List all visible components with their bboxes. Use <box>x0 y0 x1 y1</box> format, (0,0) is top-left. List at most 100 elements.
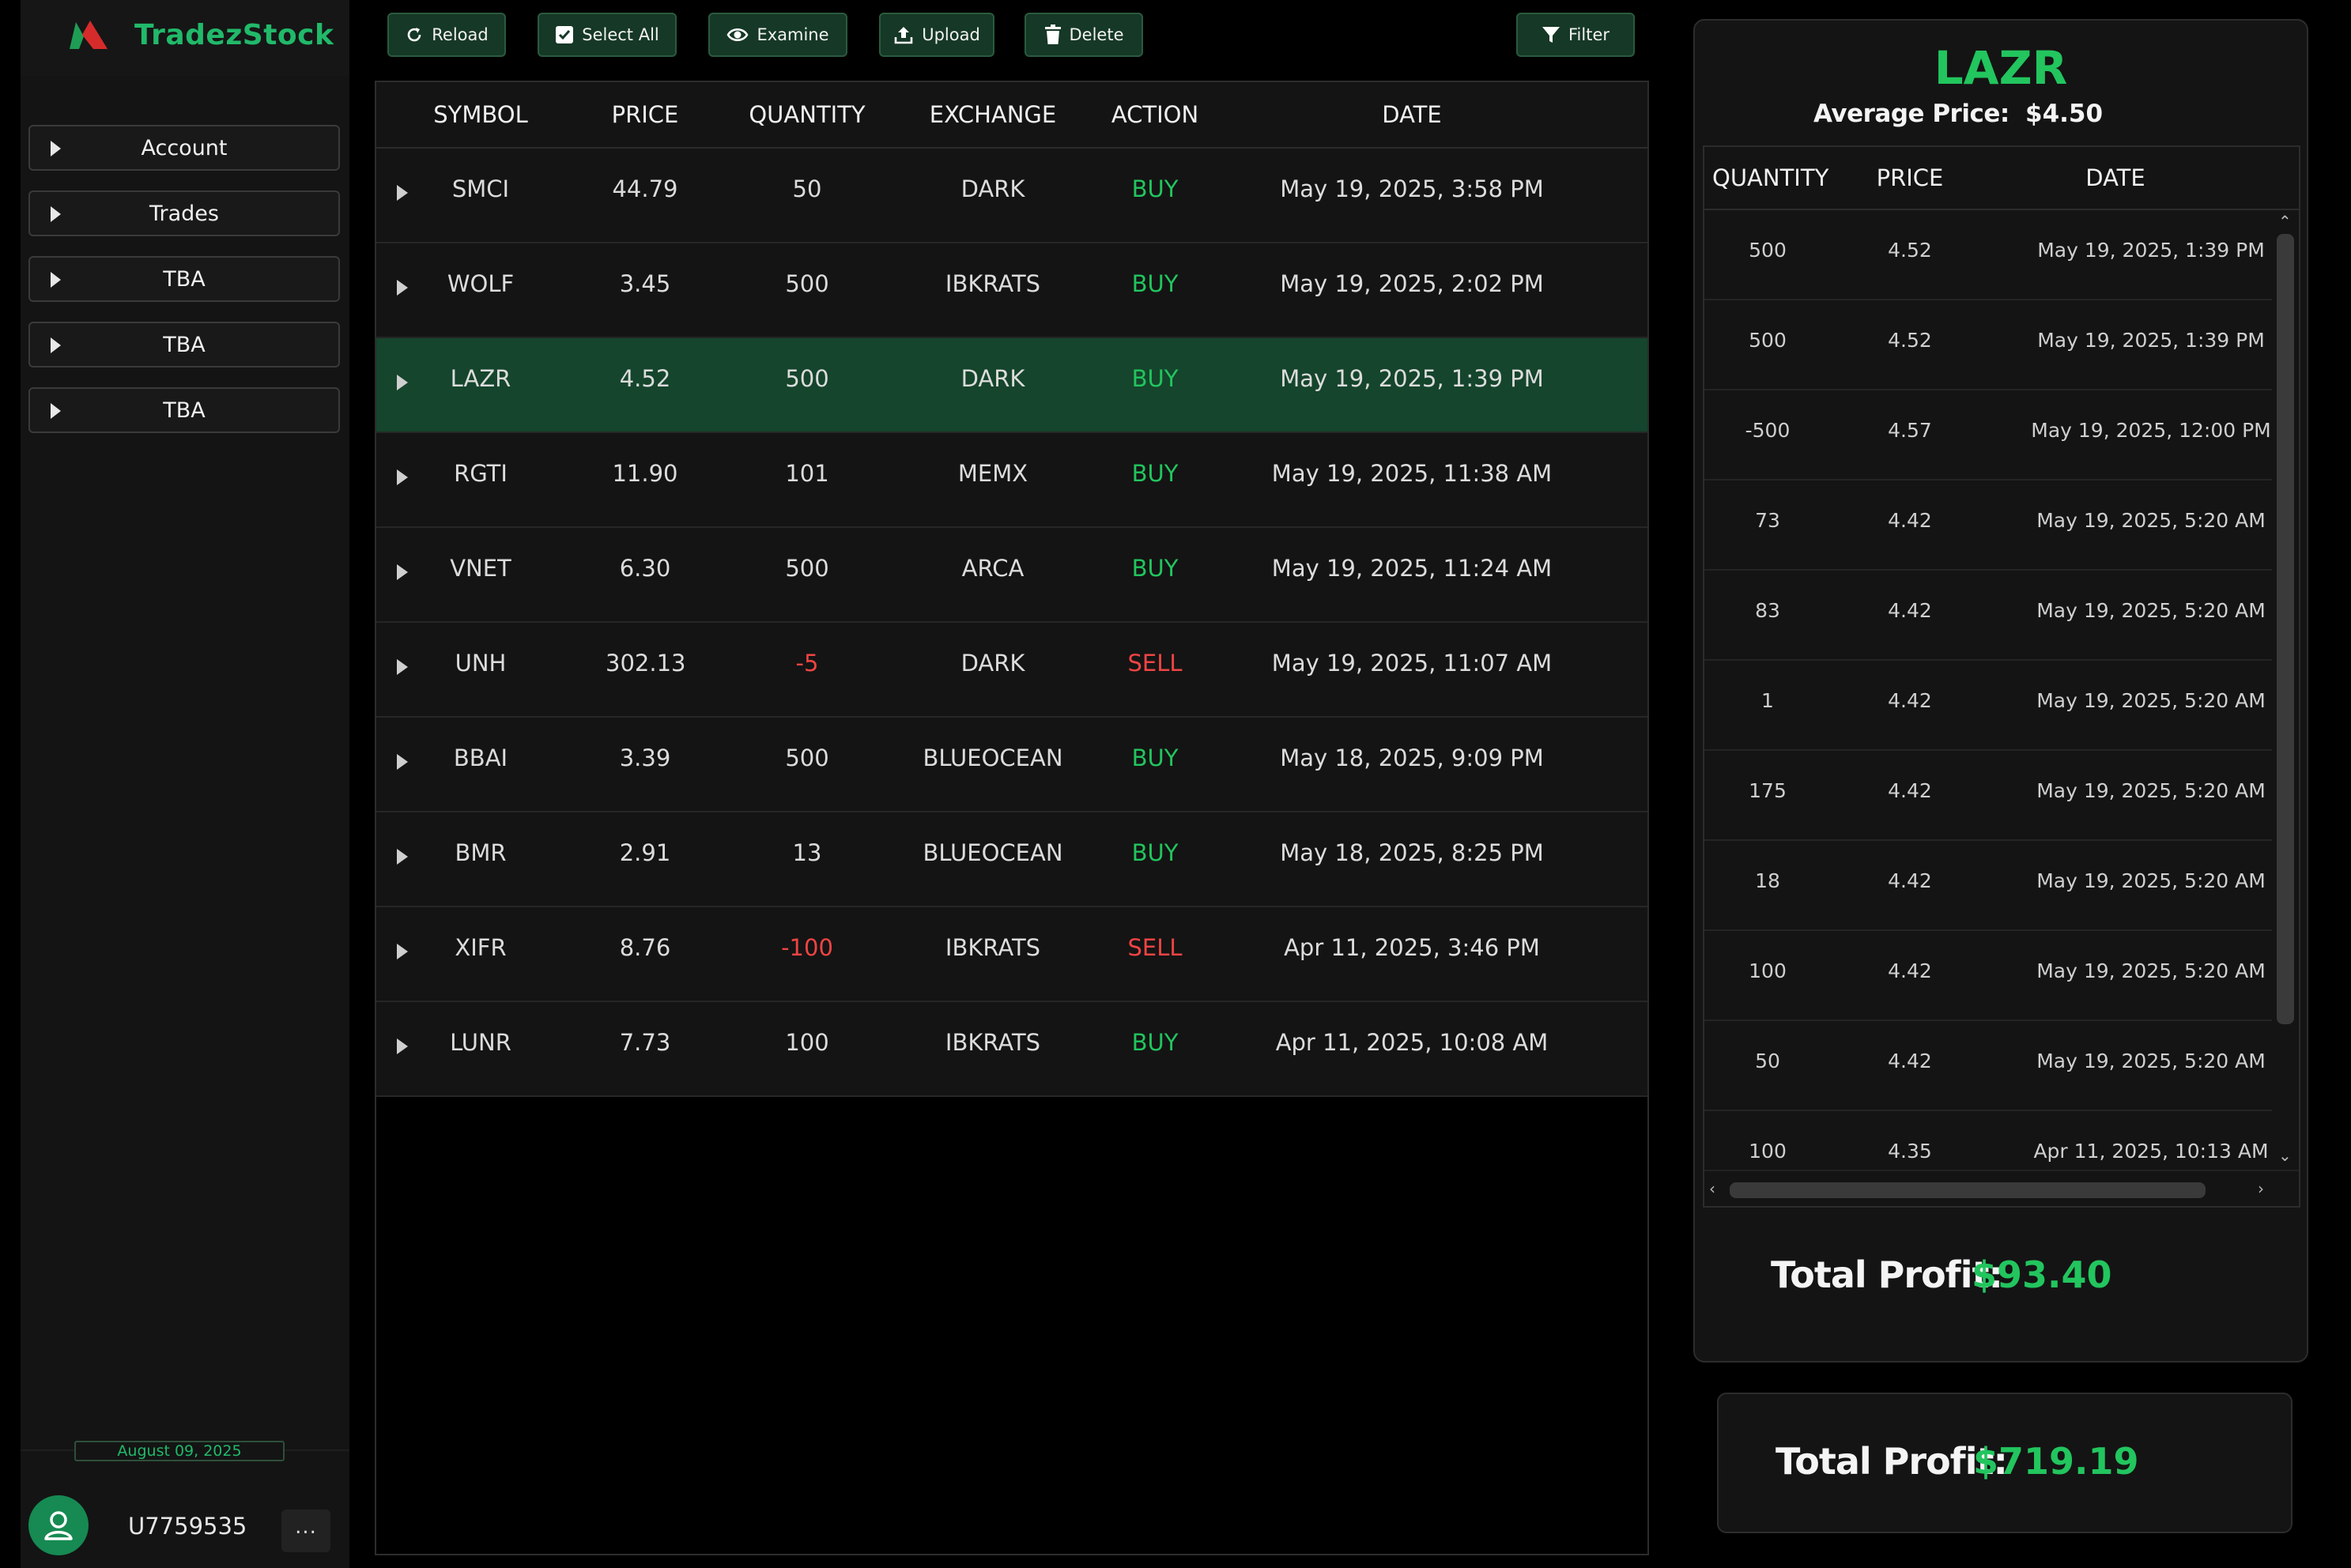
sidebar-item-account[interactable]: Account <box>28 125 340 171</box>
detail-cell-date: May 19, 2025, 5:20 AM <box>2036 779 2266 802</box>
expand-row-icon[interactable] <box>397 1038 408 1054</box>
detail-cell-date: May 19, 2025, 5:20 AM <box>2036 599 2266 622</box>
cell-date: Apr 11, 2025, 10:08 AM <box>1275 1029 1549 1056</box>
expand-row-icon[interactable] <box>397 659 408 675</box>
reload-label: Reload <box>432 25 489 44</box>
expand-row-icon[interactable] <box>397 754 408 770</box>
total-profit-card: Total Profit: $719.19 <box>1717 1393 2293 1533</box>
scroll-right-icon[interactable]: › <box>2258 1181 2264 1197</box>
detail-cell-price: 4.42 <box>1888 509 1932 532</box>
app-name: TradezStock <box>134 19 334 51</box>
column-header-symbol[interactable]: SYMBOL <box>433 101 528 128</box>
detail-cell-date: May 19, 2025, 5:20 AM <box>2036 509 2266 532</box>
trades-table: SYMBOL PRICE QUANTITY EXCHANGE ACTION DA… <box>375 81 1649 1555</box>
delete-button[interactable]: Delete <box>1025 13 1143 57</box>
select-all-button[interactable]: Select All <box>538 13 677 57</box>
sidebar-item-tba-1[interactable]: TBA <box>28 256 340 302</box>
table-row[interactable]: BBAI 3.39 500 BLUEOCEAN BUY May 18, 2025, 9:0… <box>376 718 1647 812</box>
table-row[interactable]: VNET 6.30 500 ARCA BUY May 19, 2025, 11:24 AM <box>376 528 1647 623</box>
scrollbar-thumb[interactable] <box>1730 1182 2206 1198</box>
expand-row-icon[interactable] <box>397 944 408 959</box>
detail-column-price[interactable]: PRICE <box>1862 164 1957 191</box>
detail-row[interactable]: 500 4.52 May 19, 2025, 1:39 PM <box>1704 210 2272 300</box>
column-header-exchange[interactable]: EXCHANGE <box>922 101 1064 128</box>
cell-quantity: 500 <box>785 270 829 297</box>
cell-action: BUY <box>1131 270 1179 297</box>
expand-row-icon[interactable] <box>397 564 408 580</box>
detail-cell-price: 4.57 <box>1888 419 1932 442</box>
cell-date: May 18, 2025, 9:09 PM <box>1280 744 1544 771</box>
column-header-action[interactable]: ACTION <box>1096 101 1214 128</box>
position-profit-value: $93.40 <box>1972 1253 2112 1296</box>
brand-header: TradezStock <box>21 0 349 76</box>
horizontal-scrollbar[interactable]: ‹ › <box>1704 1170 2299 1206</box>
scroll-down-icon[interactable]: ⌄ <box>2278 1148 2292 1163</box>
cell-action: BUY <box>1131 555 1179 582</box>
detail-symbol: LAZR <box>1934 41 2068 95</box>
detail-row[interactable]: 100 4.35 Apr 11, 2025, 10:13 AM <box>1704 1111 2272 1171</box>
cell-date: May 19, 2025, 11:07 AM <box>1271 650 1553 677</box>
detail-cell-date: May 19, 2025, 5:20 AM <box>2036 689 2266 712</box>
detail-row[interactable]: 83 4.42 May 19, 2025, 5:20 AM <box>1704 571 2272 661</box>
scroll-left-icon[interactable]: ‹ <box>1709 1181 1715 1197</box>
table-row[interactable]: XIFR 8.76 -100 IBKRATS SELL Apr 11, 2025, 3:4… <box>376 907 1647 1002</box>
detail-row[interactable]: 175 4.42 May 19, 2025, 5:20 AM <box>1704 751 2272 841</box>
select-all-label: Select All <box>582 25 659 44</box>
delete-label: Delete <box>1069 25 1124 44</box>
filter-button[interactable]: Filter <box>1516 13 1635 57</box>
total-profit-label: Total Profit: <box>1776 1440 2008 1483</box>
detail-cell-quantity: -500 <box>1745 419 1791 442</box>
cell-price: 11.90 <box>612 460 678 487</box>
sidebar-item-tba-2[interactable]: TBA <box>28 322 340 368</box>
expand-row-icon[interactable] <box>397 469 408 485</box>
detail-row[interactable]: 500 4.52 May 19, 2025, 1:39 PM <box>1704 300 2272 390</box>
detail-column-date[interactable]: DATE <box>2036 164 2194 191</box>
vertical-scrollbar[interactable]: ⌃ ⌄ <box>2272 210 2299 1170</box>
column-header-quantity[interactable]: QUANTITY <box>740 101 874 128</box>
cell-price: 4.52 <box>619 365 671 392</box>
detail-row[interactable]: 73 4.42 May 19, 2025, 5:20 AM <box>1704 481 2272 571</box>
scroll-up-icon[interactable]: ⌃ <box>2278 213 2292 229</box>
table-row[interactable]: LUNR 7.73 100 IBKRATS BUY Apr 11, 2025, 10:08… <box>376 1002 1647 1097</box>
detail-cell-price: 4.52 <box>1888 329 1932 352</box>
detail-row[interactable]: -500 4.57 May 19, 2025, 12:00 PM <box>1704 390 2272 481</box>
cell-symbol: LUNR <box>450 1029 511 1056</box>
table-row[interactable]: LAZR 4.52 500 DARK BUY May 19, 2025, 1:39 PM <box>376 338 1647 433</box>
cell-exchange: ARCA <box>961 555 1025 582</box>
more-options-button[interactable]: ... <box>281 1510 330 1552</box>
reload-button[interactable]: Reload <box>387 13 506 57</box>
sidebar-item-label: Account <box>141 136 228 160</box>
column-header-date[interactable]: DATE <box>1325 101 1499 128</box>
expand-row-icon[interactable] <box>397 280 408 296</box>
sidebar-item-tba-3[interactable]: TBA <box>28 387 340 433</box>
detail-row[interactable]: 18 4.42 May 19, 2025, 5:20 AM <box>1704 841 2272 931</box>
cell-date: May 19, 2025, 2:02 PM <box>1280 270 1544 297</box>
cell-price: 8.76 <box>619 934 671 961</box>
expand-row-icon[interactable] <box>397 375 408 390</box>
expand-row-icon[interactable] <box>397 185 408 201</box>
avatar[interactable] <box>28 1495 89 1555</box>
table-row[interactable]: SMCI 44.79 50 DARK BUY May 19, 2025, 3:58 PM <box>376 149 1647 243</box>
expand-row-icon[interactable] <box>397 849 408 865</box>
table-row[interactable]: BMR 2.91 13 BLUEOCEAN BUY May 18, 2025, 8:25 … <box>376 812 1647 907</box>
cell-quantity: 50 <box>792 175 822 202</box>
detail-cell-quantity: 175 <box>1749 779 1787 802</box>
detail-cell-quantity: 1 <box>1761 689 1774 712</box>
detail-cell-quantity: 100 <box>1749 1140 1787 1163</box>
upload-button[interactable]: Upload <box>879 13 994 57</box>
detail-row[interactable]: 1 4.42 May 19, 2025, 5:20 AM <box>1704 661 2272 751</box>
cell-action: SELL <box>1127 934 1183 961</box>
detail-row[interactable]: 50 4.42 May 19, 2025, 5:20 AM <box>1704 1021 2272 1111</box>
table-row[interactable]: WOLF 3.45 500 IBKRATS BUY May 19, 2025, 2:02 … <box>376 243 1647 338</box>
table-row[interactable]: RGTI 11.90 101 MEMX BUY May 19, 2025, 11:38 A… <box>376 433 1647 528</box>
detail-column-quantity[interactable]: QUANTITY <box>1712 164 1828 191</box>
table-row[interactable]: UNH 302.13 -5 DARK SELL May 19, 2025, 11:07 A… <box>376 623 1647 718</box>
cell-symbol: UNH <box>455 650 507 677</box>
scrollbar-thumb[interactable] <box>2277 234 2294 1024</box>
cell-price: 44.79 <box>612 175 678 202</box>
column-header-price[interactable]: PRICE <box>606 101 685 128</box>
sidebar-item-trades[interactable]: Trades <box>28 190 340 236</box>
user-bar: U7759535 ... <box>21 1449 349 1568</box>
detail-row[interactable]: 100 4.42 May 19, 2025, 5:20 AM <box>1704 931 2272 1021</box>
examine-button[interactable]: Examine <box>708 13 847 57</box>
